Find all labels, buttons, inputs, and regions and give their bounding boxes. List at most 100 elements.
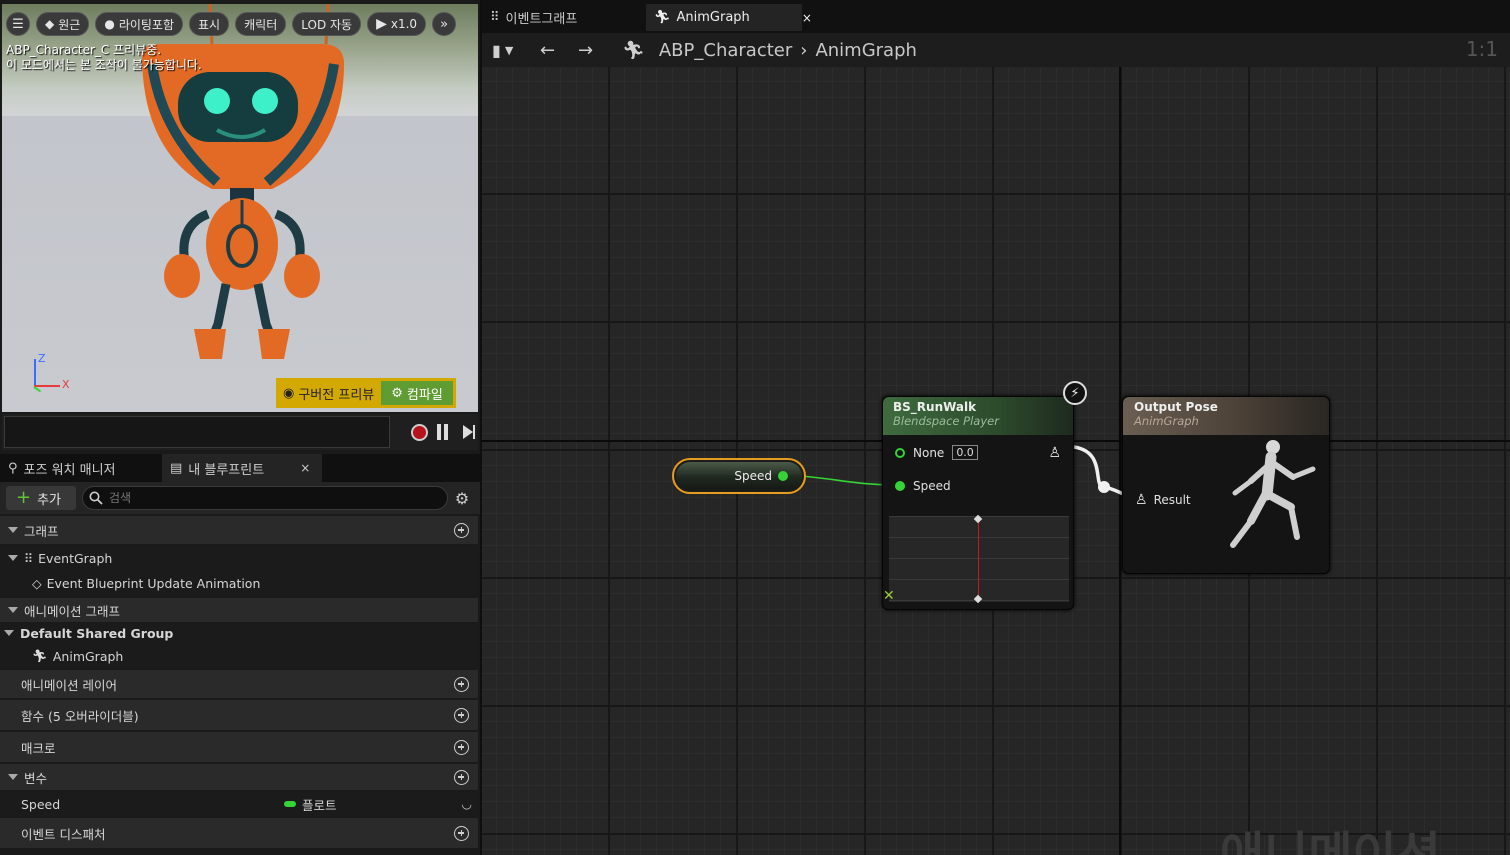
more-button[interactable]: » [432, 12, 457, 36]
breadcrumb: 🏃︎ ABP_Character › AnimGraph [622, 33, 917, 67]
pose-input-pin[interactable]: ♙ [1135, 492, 1148, 508]
category-variables[interactable]: 변수 [0, 764, 478, 790]
viewport-actions: ◉ 구버전 프리뷰 ⚙ 컴파일 [276, 378, 456, 408]
character-button[interactable]: 캐릭터 [235, 12, 287, 36]
pause-button[interactable] [436, 424, 450, 440]
search-input[interactable] [109, 491, 429, 505]
pin-row-none: None 0.0 [895, 445, 978, 460]
close-icon[interactable]: × [300, 461, 310, 475]
graph-canvas[interactable]: Speed BS_RunWalk Blendspace Player None … [482, 67, 1510, 855]
record-button[interactable] [411, 424, 428, 441]
my-blueprint-toolbar: + 추가 ⚙ [0, 482, 480, 514]
lighting-button[interactable]: ● 라이팅포함 [95, 12, 184, 36]
preview-viewport[interactable]: ☰ ◆ 원근 ● 라이팅포함 표시 캐릭터 LOD 자동 ▶ x1.0 » AB… [2, 4, 478, 412]
float-type-icon [284, 801, 296, 807]
gear-icon: ⚙ [454, 488, 470, 508]
search-icon [89, 491, 103, 505]
node-header: Output Pose AnimGraph [1123, 397, 1329, 435]
category-dispatchers[interactable]: 이벤트 디스패처 [0, 818, 478, 848]
float-input-pin[interactable] [895, 447, 905, 458]
tree-item-event-update[interactable]: ◇ Event Blueprint Update Animation [0, 571, 478, 595]
book-icon: ▤ [170, 460, 183, 476]
add-layer-icon[interactable] [454, 676, 469, 692]
variable-row-speed[interactable]: Speed 플로트 ◡ [0, 792, 478, 816]
pin-row-speed: Speed [895, 479, 951, 493]
add-variable-icon[interactable] [454, 769, 469, 785]
cross-icon: ✕ [883, 588, 895, 604]
graph-nav-bar: ▮ ▼ ← → 🏃︎ ABP_Character › AnimGraph 1:1 [482, 33, 1510, 67]
running-man-icon: 🏃︎ [654, 10, 671, 25]
compile-button[interactable]: ⚙ 컴파일 [381, 381, 453, 405]
tab-my-blueprint[interactable]: ▤ 내 블루프린트 × [162, 454, 322, 482]
mannequin-running-icon [1230, 440, 1316, 548]
show-button[interactable]: 표시 [189, 12, 230, 36]
step-icon [473, 425, 475, 439]
play-icon: ▶ [376, 16, 387, 32]
play-speed-button[interactable]: ▶ x1.0 [367, 12, 427, 36]
graph-editor: ⠿ 이벤트그래프 🏃︎ AnimGraph × ▮ ▼ ← → 🏃︎ ABP_C… [482, 0, 1510, 855]
add-graph-icon[interactable] [454, 522, 469, 538]
tree-item-anim-graph[interactable]: 🏃︎ AnimGraph [0, 644, 478, 668]
chevron-down-icon [4, 630, 14, 636]
chevron-right-icon: › [800, 39, 808, 61]
settings-button[interactable]: ⚙ [452, 488, 472, 508]
add-function-icon[interactable] [454, 707, 469, 723]
chevron-down-icon [8, 607, 18, 613]
eye-icon: ◉ [283, 385, 295, 401]
eye-closed-icon[interactable]: ◡ [462, 797, 472, 811]
graph-icon: ⠿ [490, 10, 500, 25]
output-pose-node[interactable]: Output Pose AnimGraph ♙ Result [1122, 396, 1330, 574]
viewport-info: ABP_Character_C 프리뷰중. 이 모드에서는 본 조작이 불가능합… [6, 43, 202, 72]
arrow-right-icon: → [578, 39, 594, 61]
pose-output-pin[interactable]: ♙ [1048, 445, 1061, 461]
tab-anim-graph[interactable]: 🏃︎ AnimGraph × [646, 4, 812, 31]
legacy-preview-button[interactable]: ◉ 구버전 프리뷰 [279, 381, 378, 405]
breadcrumb-root[interactable]: ABP_Character [659, 40, 792, 61]
add-dispatcher-icon[interactable] [454, 825, 469, 841]
lod-button[interactable]: LOD 자동 [292, 12, 362, 36]
pose-watch-icon: ⚲ [8, 460, 18, 476]
graph-watermark: 애니메이션 [1220, 827, 1441, 855]
bookmark-icon: ▮ [492, 40, 501, 60]
graph-icon: ⠿ [24, 550, 34, 566]
tree-item-event-graph[interactable]: ⠿ EventGraph [0, 546, 478, 570]
bookmark-button[interactable]: ▮ ▼ [492, 33, 513, 67]
tree-item-default-group[interactable]: Default Shared Group [0, 623, 478, 643]
add-macro-icon[interactable] [454, 739, 469, 755]
category-functions[interactable]: 함수 (5 오버라이더블) [0, 700, 478, 730]
float-output-pin[interactable] [778, 471, 788, 481]
tab-event-graph[interactable]: ⠿ 이벤트그래프 [482, 4, 642, 31]
axis-gizmo: Z X [28, 352, 78, 396]
add-button[interactable]: + 추가 [6, 486, 76, 510]
breadcrumb-leaf: AnimGraph [815, 39, 917, 61]
pin-row-result: ♙ Result [1135, 492, 1191, 508]
blendspace-preview: ✕ [883, 514, 1069, 604]
event-icon: ◇ [32, 575, 42, 591]
viewport-menu-button[interactable]: ☰ [6, 12, 30, 36]
category-macros[interactable]: 매크로 [0, 732, 478, 762]
step-forward-button[interactable] [460, 424, 476, 440]
category-anim-layers[interactable]: 애니메이션 레이어 [0, 670, 478, 698]
category-anim-graphs[interactable]: 애니메이션 그래프 [0, 598, 478, 622]
left-panel: ☰ ◆ 원근 ● 라이팅포함 표시 캐릭터 LOD 자동 ▶ x1.0 » AB… [0, 0, 480, 855]
zoom-level: 1:1 [1465, 37, 1498, 61]
arrow-left-icon: ← [540, 39, 556, 61]
tab-pose-watch[interactable]: ⚲ 포즈 워치 매니저 [0, 454, 162, 482]
chevron-down-icon: ▼ [504, 43, 514, 57]
node-header: BS_RunWalk Blendspace Player [883, 397, 1073, 435]
value-field[interactable]: 0.0 [952, 445, 978, 460]
speed-variable-node[interactable]: Speed [672, 458, 806, 494]
float-input-pin[interactable] [895, 481, 905, 491]
chevron-down-icon [8, 555, 18, 561]
timeline-scrubber[interactable] [4, 416, 390, 448]
chevron-down-icon [8, 774, 18, 780]
forward-button[interactable]: → [578, 33, 593, 67]
category-graphs[interactable]: 그래프 [0, 516, 478, 544]
close-icon[interactable]: × [802, 11, 812, 25]
hamburger-icon: ☰ [12, 16, 24, 32]
back-button[interactable]: ← [540, 33, 555, 67]
blendspace-player-node[interactable]: BS_RunWalk Blendspace Player None 0.0 ♙ … [882, 396, 1074, 610]
sphere-icon: ● [104, 17, 115, 31]
perspective-button[interactable]: ◆ 원근 [36, 12, 90, 36]
running-man-icon: 🏃︎ [32, 648, 48, 663]
